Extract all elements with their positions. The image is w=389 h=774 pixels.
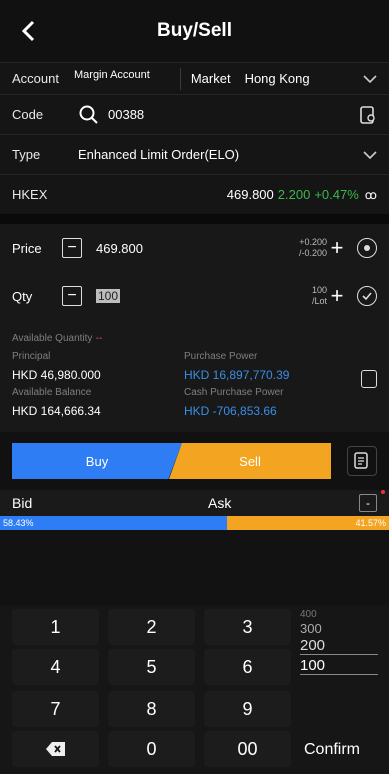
key-1[interactable]: 1 bbox=[12, 609, 99, 645]
qty-option[interactable]: 300 bbox=[300, 621, 322, 636]
price-change-pct: +0.47% bbox=[314, 187, 359, 202]
quote-row: HKEX 469.800 2.200 +0.47% ꝏ bbox=[0, 174, 389, 214]
type-row[interactable]: Type Enhanced Limit Order(ELO) bbox=[0, 134, 389, 174]
qty-label: Qty bbox=[12, 288, 33, 304]
buy-button[interactable]: Buy bbox=[12, 443, 182, 479]
purchase-power-value: HKD 16,897,770.39 bbox=[184, 368, 290, 382]
market-label: Market bbox=[190, 71, 231, 86]
price-label: Price bbox=[12, 240, 42, 256]
principal-label: Principal bbox=[12, 351, 51, 362]
qty-row: Qty − 100 100/Lot + bbox=[12, 272, 377, 320]
price-decrement-button[interactable]: − bbox=[62, 238, 82, 258]
qty-lot-unit: /Lot bbox=[311, 296, 327, 306]
action-bar: Buy Sell bbox=[0, 432, 389, 490]
price-increment-button[interactable]: + bbox=[327, 237, 347, 259]
order-list-icon[interactable] bbox=[347, 446, 377, 476]
available-balance-label: Available Balance bbox=[12, 387, 92, 398]
price-step-up: +0.200 bbox=[299, 237, 327, 247]
key-4[interactable]: 4 bbox=[12, 649, 99, 685]
numeric-keypad: 1 2 3 4 5 6 7 8 9 0 00 400 300 200 100 C… bbox=[0, 605, 389, 774]
qty-lot: 100/Lot bbox=[312, 285, 327, 307]
spacer bbox=[0, 214, 389, 224]
price-step-down: /-0.200 bbox=[298, 248, 327, 258]
order-input-block: Price − 469.800 +0.200/-0.200 + Qty − 10… bbox=[0, 224, 389, 320]
key-6[interactable]: 6 bbox=[204, 649, 291, 685]
cash-purchase-power-value: HKD -706,853.66 bbox=[184, 404, 277, 418]
page-title: Buy/Sell bbox=[157, 20, 232, 41]
code-input[interactable]: 00388 bbox=[108, 107, 359, 122]
calculator-icon[interactable] bbox=[361, 370, 377, 388]
key-9[interactable]: 9 bbox=[204, 691, 291, 727]
market-value[interactable]: Hong Kong bbox=[245, 71, 363, 86]
order-type-value[interactable]: Enhanced Limit Order(ELO) bbox=[78, 147, 363, 162]
principal-value: HKD 46,980.000 bbox=[12, 368, 101, 382]
target-icon[interactable] bbox=[357, 238, 377, 258]
qty-input[interactable]: 100 bbox=[96, 289, 121, 303]
exchange-label: HKEX bbox=[12, 187, 48, 202]
price-change: 2.200 bbox=[277, 187, 311, 202]
confirm-button[interactable]: Confirm bbox=[304, 741, 360, 759]
account-label: Account bbox=[12, 71, 59, 86]
qty-increment-button[interactable]: + bbox=[327, 285, 347, 307]
code-label: Code bbox=[12, 107, 44, 122]
stock-lookup-icon[interactable] bbox=[359, 105, 377, 125]
key-3[interactable]: 3 bbox=[204, 609, 291, 645]
available-balance-value: HKD 164,666.34 bbox=[12, 404, 101, 418]
key-8[interactable]: 8 bbox=[108, 691, 195, 727]
chart-link-icon[interactable]: ꝏ bbox=[365, 188, 377, 202]
max-qty-icon[interactable] bbox=[357, 286, 377, 306]
notification-dot bbox=[381, 490, 385, 494]
last-price: 469.800 bbox=[226, 187, 274, 202]
account-value[interactable]: Margin Account bbox=[74, 69, 150, 81]
purchase-power-label: Purchase Power bbox=[184, 351, 258, 362]
collapse-icon[interactable]: - bbox=[359, 494, 377, 512]
ask-label: Ask bbox=[208, 495, 232, 511]
price-step: +0.200/-0.200 bbox=[299, 237, 327, 259]
key-0[interactable]: 0 bbox=[108, 731, 195, 767]
ask-ratio: 41.57% bbox=[227, 516, 389, 530]
back-arrow-icon[interactable] bbox=[18, 18, 40, 44]
key-5[interactable]: 5 bbox=[108, 649, 195, 685]
qty-decrement-button[interactable]: − bbox=[62, 286, 82, 306]
code-row[interactable]: Code 00388 bbox=[0, 94, 389, 134]
funds-info: Available Quantity -- Principal HKD 46,9… bbox=[0, 320, 389, 432]
key-2[interactable]: 2 bbox=[108, 609, 195, 645]
bid-ratio: 58.43% bbox=[0, 516, 228, 530]
backspace-icon bbox=[45, 742, 65, 756]
backspace-key[interactable] bbox=[12, 731, 99, 767]
divider bbox=[179, 67, 181, 90]
key-00[interactable]: 00 bbox=[204, 731, 291, 767]
price-row: Price − 469.800 +0.200/-0.200 + bbox=[12, 224, 377, 272]
qty-option[interactable]: 200 bbox=[300, 637, 378, 655]
orderbook-header: Bid Ask - bbox=[0, 490, 389, 516]
qty-option[interactable]: 400 bbox=[300, 609, 317, 620]
type-label: Type bbox=[12, 147, 41, 162]
sell-button[interactable]: Sell bbox=[169, 443, 331, 479]
available-qty-value: -- bbox=[95, 333, 103, 344]
qty-option-selected[interactable]: 100 bbox=[300, 657, 378, 675]
chevron-down-icon[interactable] bbox=[363, 74, 377, 84]
cash-purchase-power-label: Cash Purchase Power bbox=[184, 387, 284, 398]
bid-ask-ratio-bar: 58.43% 41.57% bbox=[0, 516, 389, 530]
buy-sell-toggle: Buy Sell bbox=[12, 443, 331, 479]
chevron-down-icon[interactable] bbox=[363, 150, 377, 160]
bid-label: Bid bbox=[12, 495, 33, 511]
buy-sell-screen: Buy/Sell Account Margin Account Market H… bbox=[0, 0, 389, 774]
orderbook-body bbox=[0, 530, 389, 602]
price-input[interactable]: 469.800 bbox=[96, 241, 299, 256]
search-icon[interactable] bbox=[78, 104, 100, 126]
key-7[interactable]: 7 bbox=[12, 691, 99, 727]
header: Buy/Sell bbox=[0, 0, 389, 62]
account-row[interactable]: Account Margin Account Market Hong Kong bbox=[0, 62, 389, 94]
available-qty-label: Available Quantity bbox=[12, 333, 93, 344]
qty-lot-size: 100 bbox=[311, 285, 327, 295]
